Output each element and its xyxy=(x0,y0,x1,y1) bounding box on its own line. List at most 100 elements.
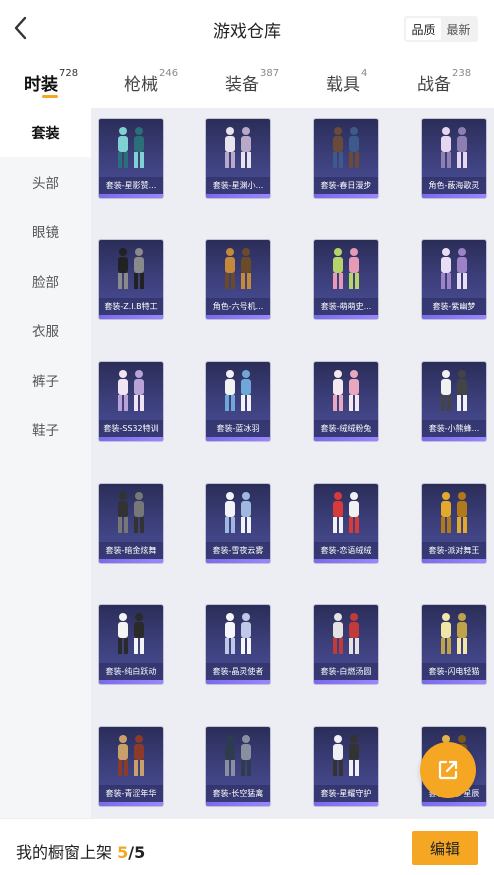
showcase-label: 我的橱窗上架 xyxy=(16,843,113,862)
rarity-strip xyxy=(99,680,163,684)
sidebar-item-face[interactable]: 脸部 xyxy=(0,256,91,306)
outfit-card[interactable]: 套装-恋语绒绒 xyxy=(314,484,378,563)
tab-weapons[interactable]: 枪械246 xyxy=(124,68,179,95)
outfit-thumbnail xyxy=(333,248,359,289)
item-grid: 套装-星影赞... 套装-星渊小... 套装-春日漫步 角色-蔽海歌灵套装-Z.I.B… xyxy=(91,108,494,818)
outfit-card[interactable]: 角色-蔽海歌灵 xyxy=(422,119,486,198)
rarity-strip xyxy=(314,802,378,806)
top-bar: 游戏仓库 品质 最新 xyxy=(0,0,494,58)
sidebar-item-pants[interactable]: 裤子 xyxy=(0,355,91,405)
showcase-current: 5 xyxy=(117,843,129,862)
outfit-card[interactable]: 套装-绒绒粉兔 xyxy=(314,362,378,441)
outfit-name: 套装-纯白跃动 xyxy=(99,663,163,680)
outfit-card[interactable]: 角色-六号机... xyxy=(206,240,270,319)
rarity-strip xyxy=(99,437,163,441)
tab-equipment[interactable]: 装备387 xyxy=(225,68,279,95)
outfit-card[interactable]: 套装-Z.I.B特工 xyxy=(99,240,163,319)
tab-label: 枪械 xyxy=(124,75,158,95)
rarity-strip xyxy=(422,680,486,684)
outfit-thumbnail xyxy=(441,248,467,289)
outfit-name: 角色-六号机... xyxy=(206,298,270,315)
rarity-strip xyxy=(99,559,163,563)
sidebar-item-shoes[interactable]: 鞋子 xyxy=(0,405,91,455)
outfit-thumbnail xyxy=(118,127,144,168)
outfit-card[interactable]: 套装-暗金炫舞 xyxy=(99,484,163,563)
tab-label: 装备 xyxy=(225,75,259,95)
sidebar-item-sets[interactable]: 套装 xyxy=(0,108,91,157)
showcase-status: 我的橱窗上架 5/5 xyxy=(16,839,145,863)
sidebar-item-clothes[interactable]: 衣服 xyxy=(0,306,91,356)
outfit-card[interactable]: 套装-SS32特训 xyxy=(99,362,163,441)
sort-newest-option[interactable]: 最新 xyxy=(441,18,476,40)
rarity-strip xyxy=(206,680,270,684)
bottom-bar: 我的橱窗上架 5/5 编辑 xyxy=(0,818,494,875)
tab-count: 4 xyxy=(361,68,368,79)
rarity-strip xyxy=(206,437,270,441)
rarity-strip xyxy=(206,194,270,198)
tab-vehicles[interactable]: 载具4 xyxy=(326,68,368,95)
outfit-thumbnail xyxy=(225,492,251,533)
outfit-card[interactable]: 套装-小熊蜂... xyxy=(422,362,486,441)
outfit-card[interactable]: 套装-紫幽梦 xyxy=(422,240,486,319)
rarity-strip xyxy=(99,194,163,198)
outfit-name: 套装-派对舞王 xyxy=(422,542,486,559)
rarity-strip xyxy=(422,559,486,563)
outfit-card[interactable]: 套装-萌萌史... xyxy=(314,240,378,319)
tab-label: 载具 xyxy=(326,75,360,95)
outfit-name: 套装-恋语绒绒 xyxy=(314,542,378,559)
outfit-thumbnail xyxy=(333,613,359,654)
outfit-card[interactable]: 套装-蓝冰羽 xyxy=(206,362,270,441)
rarity-strip xyxy=(314,437,378,441)
sidebar-item-head[interactable]: 头部 xyxy=(0,157,91,207)
tab-supplies[interactable]: 战备238 xyxy=(417,68,472,95)
rarity-strip xyxy=(422,802,486,806)
sort-quality-option[interactable]: 品质 xyxy=(406,18,441,40)
outfit-name: 套装-晶灵使者 xyxy=(206,663,270,680)
tab-fashion[interactable]: 时装728 xyxy=(24,68,78,95)
outfit-thumbnail xyxy=(333,127,359,168)
tab-label: 时装 xyxy=(24,75,58,95)
outfit-name: 套装-白燃汤圆 xyxy=(314,663,378,680)
outfit-thumbnail xyxy=(118,613,144,654)
outfit-name: 套装-小熊蜂... xyxy=(422,420,486,437)
rarity-strip xyxy=(206,802,270,806)
outfit-thumbnail xyxy=(441,492,467,533)
rarity-strip xyxy=(99,802,163,806)
outfit-card[interactable]: 套装-晶灵使者 xyxy=(206,605,270,684)
outfit-thumbnail xyxy=(118,735,144,776)
outfit-name: 角色-蔽海歌灵 xyxy=(422,177,486,194)
outfit-thumbnail xyxy=(333,370,359,411)
outfit-thumbnail xyxy=(118,492,144,533)
outfit-card[interactable]: 套装-闪电轻猫 xyxy=(422,605,486,684)
outfit-card[interactable]: 套装-春日漫步 xyxy=(314,119,378,198)
rarity-strip xyxy=(422,437,486,441)
outfit-card[interactable]: 套装-星影赞... xyxy=(99,119,163,198)
sidebar-item-glasses[interactable]: 眼镜 xyxy=(0,207,91,257)
outfit-name: 套装-星影赞... xyxy=(99,177,163,194)
outfit-card[interactable]: 套装-雪夜云雾 xyxy=(206,484,270,563)
outfit-card[interactable]: 套装-派对舞王 xyxy=(422,484,486,563)
rarity-strip xyxy=(314,680,378,684)
rarity-strip xyxy=(206,559,270,563)
outfit-thumbnail xyxy=(225,127,251,168)
edit-button[interactable]: 编辑 xyxy=(412,831,478,865)
outfit-card[interactable]: 套装-青涩年华 xyxy=(99,727,163,806)
outfit-thumbnail xyxy=(441,370,467,411)
tab-count: 238 xyxy=(452,68,472,79)
outfit-card[interactable]: 套装-纯白跃动 xyxy=(99,605,163,684)
rarity-strip xyxy=(99,315,163,319)
outfit-name: 套装-紫幽梦 xyxy=(422,298,486,315)
rarity-strip xyxy=(422,315,486,319)
share-button[interactable] xyxy=(420,742,476,798)
tab-count: 246 xyxy=(159,68,179,79)
outfit-name: 套装-蓝冰羽 xyxy=(206,420,270,437)
active-tab-indicator xyxy=(42,95,58,98)
outfit-name: 套装-星耀守护 xyxy=(314,785,378,802)
outfit-card[interactable]: 套装-长空猛禽 xyxy=(206,727,270,806)
showcase-total: 5 xyxy=(134,843,146,862)
outfit-thumbnail xyxy=(441,127,467,168)
outfit-card[interactable]: 套装-白燃汤圆 xyxy=(314,605,378,684)
outfit-card[interactable]: 套装-星渊小... xyxy=(206,119,270,198)
outfit-name: 套装-暗金炫舞 xyxy=(99,542,163,559)
outfit-card[interactable]: 套装-星耀守护 xyxy=(314,727,378,806)
